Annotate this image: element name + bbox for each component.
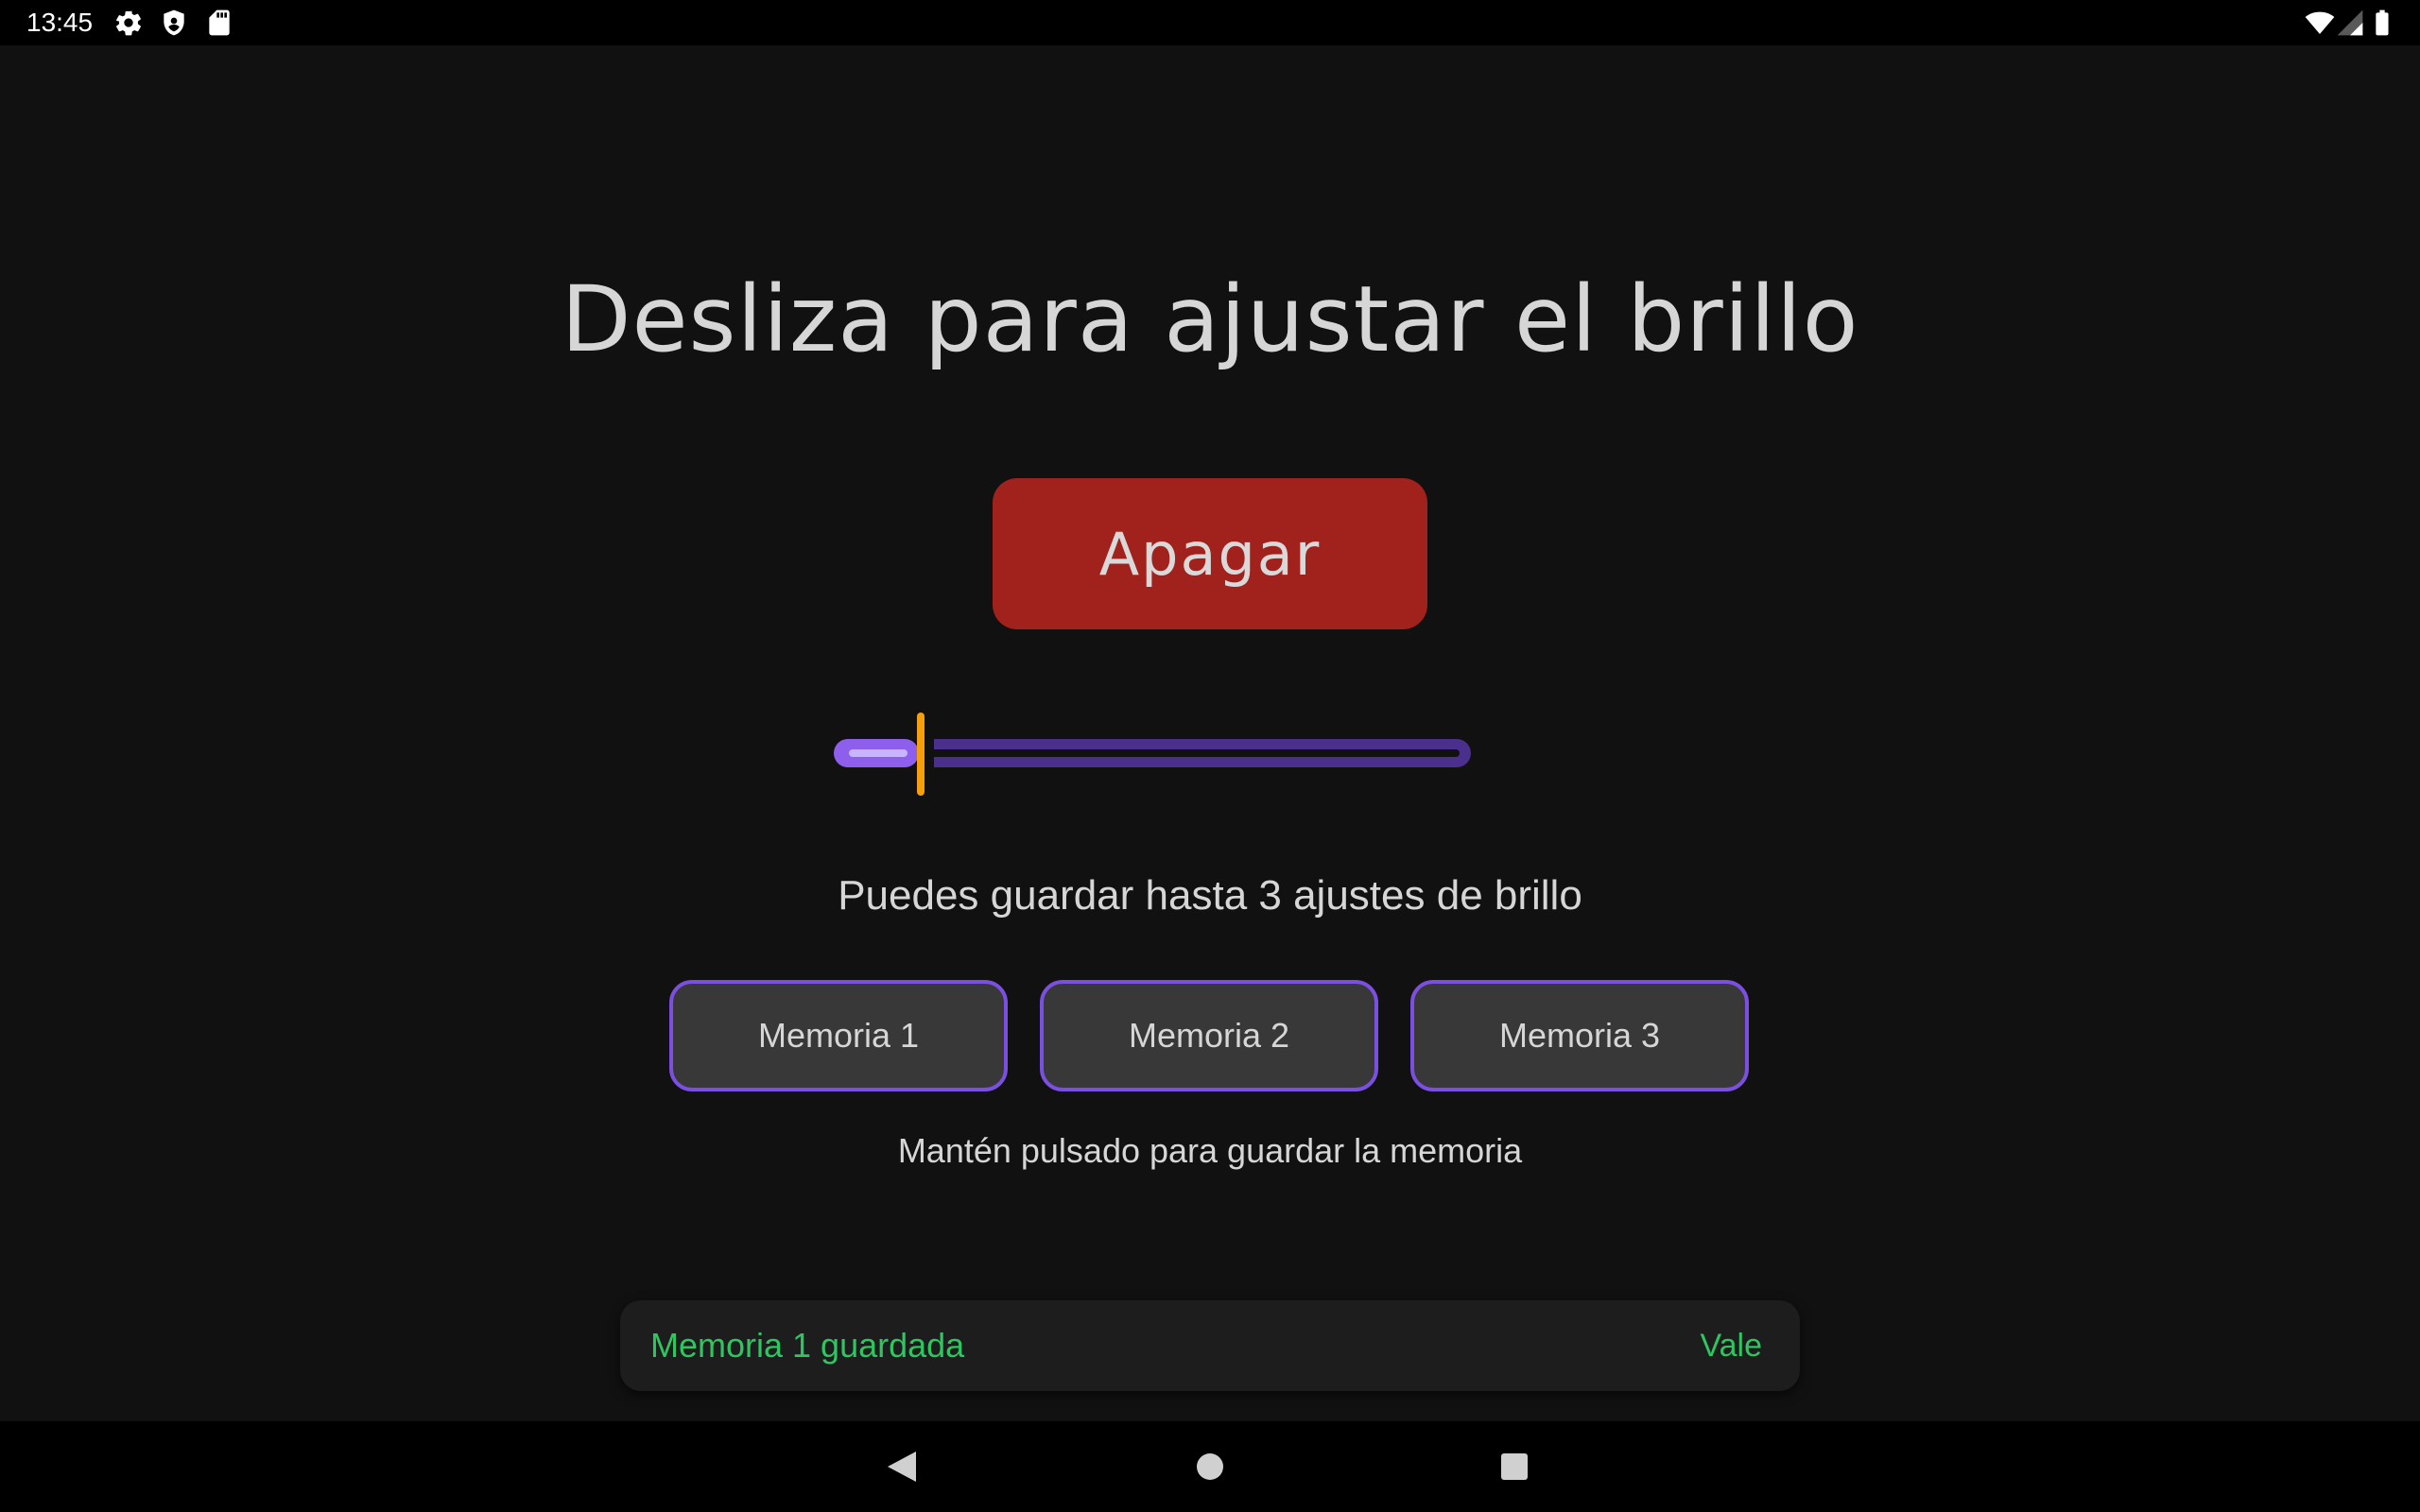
slider-inactive-track[interactable] — [934, 739, 1471, 767]
wifi-icon — [2305, 8, 2335, 38]
snackbar: Memoria 1 guardada Vale — [620, 1300, 1800, 1391]
snackbar-message: Memoria 1 guardada — [650, 1326, 965, 1365]
memory-2-button[interactable]: Memoria 2 — [1040, 980, 1378, 1091]
slider-inactive-track-groove — [934, 749, 1460, 757]
off-button[interactable]: Apagar — [993, 478, 1427, 629]
brightness-slider[interactable] — [832, 709, 1588, 799]
memory-info-text: Puedes guardar hasta 3 ajustes de brillo — [838, 872, 1582, 919]
status-bar: 13:45 — [0, 0, 2420, 45]
status-time: 13:45 — [26, 8, 94, 37]
memory-1-button[interactable]: Memoria 1 — [669, 980, 1008, 1091]
snackbar-ok-button[interactable]: Vale — [1700, 1325, 1762, 1366]
cell-signal-icon — [2335, 8, 2365, 38]
slider-thumb[interactable] — [917, 713, 925, 796]
back-icon[interactable] — [879, 1444, 925, 1489]
shield-icon — [159, 8, 189, 38]
sd-card-icon — [204, 8, 234, 38]
navigation-bar — [0, 1421, 2420, 1512]
page-title: Desliza para ajustar el brillo — [561, 266, 1859, 372]
battery-icon — [2367, 8, 2397, 38]
recents-icon[interactable] — [1492, 1444, 1537, 1489]
gear-icon — [113, 8, 144, 38]
slider-active-track-highlight — [849, 749, 908, 757]
home-icon[interactable] — [1187, 1444, 1233, 1489]
screen: 13:45 Desliza para ajustar el brillo Apa… — [0, 0, 2420, 1512]
memory-hint-text: Mantén pulsado para guardar la memoria — [897, 1131, 1523, 1170]
memory-3-button[interactable]: Memoria 3 — [1410, 980, 1749, 1091]
slider-active-track — [834, 739, 919, 767]
